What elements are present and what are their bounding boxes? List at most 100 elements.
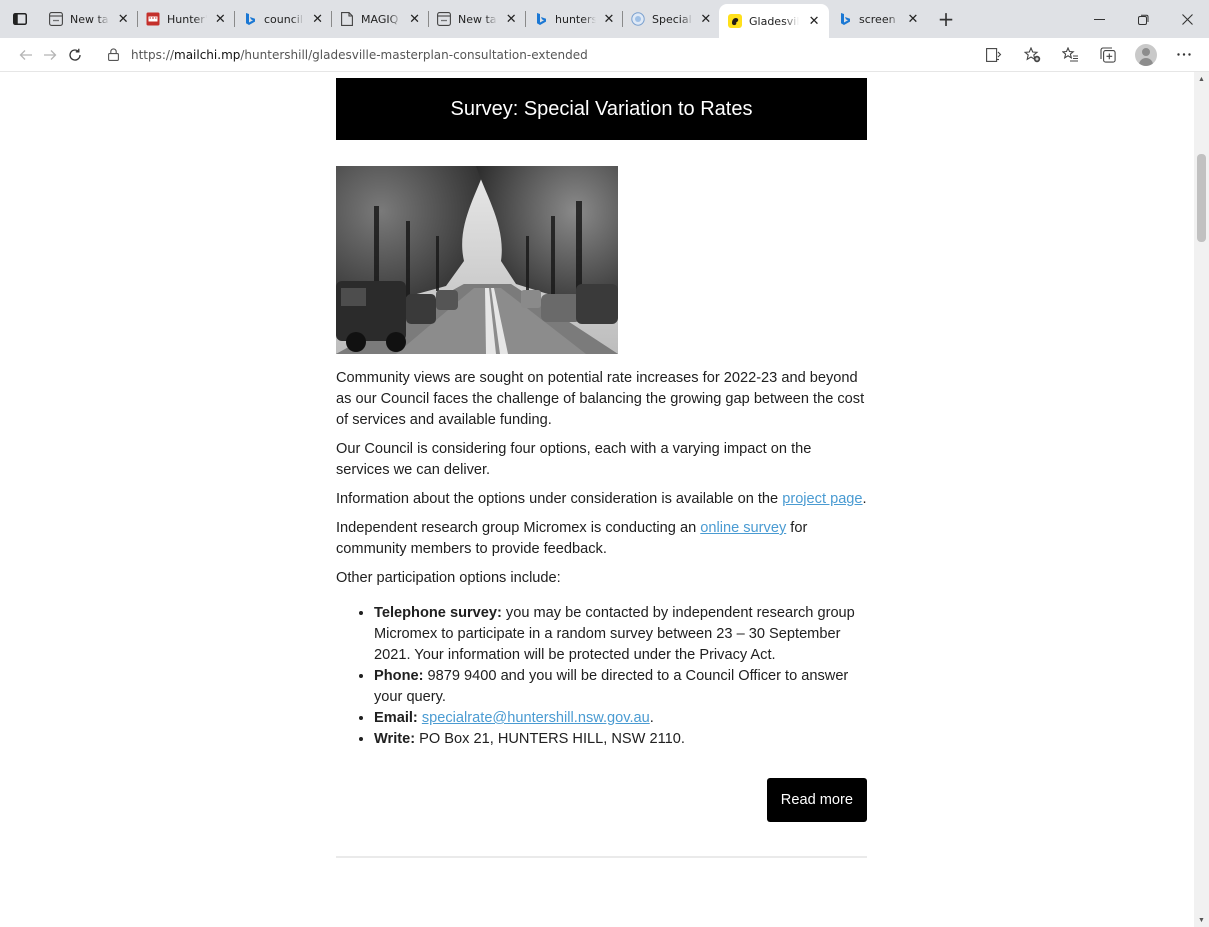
phone-label: Phone: (374, 668, 424, 684)
close-icon (1181, 13, 1193, 25)
online-survey-link[interactable]: online survey (700, 520, 786, 536)
avatar (1135, 43, 1157, 66)
bing-icon (837, 11, 853, 27)
email-text-end: . (649, 710, 654, 726)
restore-button[interactable] (1121, 0, 1165, 38)
collections-button[interactable] (1089, 40, 1127, 70)
intro-paragraph: Community views are sought on potential … (336, 370, 865, 428)
tab-close-icon[interactable]: ✕ (310, 10, 325, 28)
tab-title: Hunter's (167, 12, 207, 26)
tab-9[interactable]: screen sh ✕ (829, 4, 926, 34)
star-add-icon (1023, 46, 1040, 62)
tab-title: screen sh (859, 12, 900, 26)
email-content: Community views are sought on potential … (336, 368, 867, 858)
write-label: Write: (374, 731, 416, 747)
list-item-phone: Phone: 9879 9400 and you will be directe… (374, 666, 867, 708)
restore-icon (1137, 14, 1148, 25)
back-button[interactable] (14, 40, 38, 70)
scroll-down-arrow-icon[interactable]: ▼ (1194, 913, 1209, 927)
forward-button[interactable] (38, 40, 62, 70)
list-item-write: Write: PO Box 21, HUNTERS HILL, NSW 2110… (374, 729, 867, 750)
collections-icon (1100, 46, 1116, 63)
tab-title: council a (264, 12, 304, 26)
tab-close-icon[interactable]: ✕ (115, 10, 131, 28)
tab-title: MAGIQ D (361, 12, 401, 26)
tab-title: Special V (652, 12, 693, 26)
newtab-icon (48, 11, 64, 27)
document-icon (339, 11, 355, 27)
immersive-reader-button[interactable] (975, 40, 1013, 70)
bing-icon (533, 11, 549, 27)
tab-1[interactable]: New tab ✕ (40, 4, 137, 34)
tab-strip: New tab✕Hunter's✕council a✕MAGIQ D✕New t… (0, 0, 1209, 38)
tab-close-icon[interactable]: ✕ (213, 10, 228, 28)
tab-5[interactable]: New tab ✕ (428, 4, 525, 34)
refresh-button[interactable] (63, 40, 87, 70)
tab-actions-button[interactable] (0, 0, 40, 38)
tab-actions-icon (13, 13, 27, 25)
write-text: PO Box 21, HUNTERS HILL, NSW 2110. (415, 731, 685, 747)
read-more-button[interactable]: Read more (766, 778, 867, 822)
refresh-icon (69, 48, 81, 61)
project-page-link[interactable]: project page (782, 491, 862, 507)
tab-close-icon[interactable]: ✕ (407, 10, 422, 28)
favorites-icon (1061, 47, 1078, 62)
page-viewport: Survey: Special Variation to Rates Commu… (0, 72, 1194, 927)
page-scrollbar[interactable]: ▲ ▼ (1194, 72, 1209, 927)
forward-arrow-icon (44, 49, 57, 60)
tab-title: New tab (70, 12, 109, 26)
section-divider (336, 856, 867, 858)
tab-2[interactable]: Hunter's ✕ (137, 4, 234, 34)
tab-title: Gladesvil (749, 14, 800, 28)
globe-icon (630, 11, 646, 27)
mailchimp-icon (727, 13, 743, 29)
back-arrow-icon (19, 49, 33, 60)
options-paragraph: Our Council is considering four options,… (336, 441, 812, 478)
email-label: Email: (374, 710, 418, 726)
url-text[interactable]: https://mailchi.mp/huntershill/gladesvil… (131, 48, 588, 62)
browser-toolbar: https://mailchi.mp/huntershill/gladesvil… (0, 38, 1209, 72)
tab-close-icon[interactable]: ✕ (503, 10, 519, 28)
tab-close-icon[interactable]: ✕ (906, 10, 920, 28)
list-item-telephone: Telephone survey: you may be contacted b… (374, 603, 867, 666)
tab-close-icon[interactable]: ✕ (699, 10, 713, 28)
minimize-button[interactable] (1077, 0, 1121, 38)
new-tab-button[interactable]: + (930, 4, 962, 34)
tab-7[interactable]: Special V ✕ (622, 4, 719, 34)
project-info-end: . (862, 491, 867, 507)
project-info-paragraph: Information about the options under cons… (336, 489, 867, 510)
profile-button[interactable] (1127, 40, 1165, 70)
tab-6[interactable]: hunters h ✕ (525, 4, 622, 34)
tree-lined-street-photo (336, 166, 618, 354)
address-bar[interactable]: https://mailchi.mp/huntershill/gladesvil… (92, 40, 975, 69)
survey-paragraph: Independent research group Micromex is c… (336, 518, 867, 560)
survey-text: Independent research group Micromex is c… (336, 520, 701, 536)
banner-title: Survey: Special Variation to Rates (450, 97, 753, 120)
more-menu-button[interactable] (1165, 40, 1203, 70)
tab-8[interactable]: Gladesvil ✕ (719, 4, 829, 38)
participation-list: Telephone survey: you may be contacted b… (374, 603, 867, 750)
scroll-thumb[interactable] (1197, 154, 1206, 242)
pdf-icon (145, 11, 161, 27)
email-address-link[interactable]: specialrate@huntershill.nsw.gov.au (422, 710, 650, 726)
window-controls (1077, 0, 1209, 38)
scroll-up-arrow-icon[interactable]: ▲ (1194, 72, 1209, 86)
email-body: Survey: Special Variation to Rates Commu… (336, 78, 867, 858)
close-window-button[interactable] (1165, 0, 1209, 38)
tab-3[interactable]: council a ✕ (234, 4, 331, 34)
tab-close-icon[interactable]: ✕ (602, 10, 616, 28)
ellipsis-icon (1177, 53, 1191, 56)
bing-icon (242, 11, 258, 27)
lock-icon[interactable] (105, 48, 123, 61)
tab-4[interactable]: MAGIQ D ✕ (331, 4, 428, 34)
participation-intro: Other participation options include: (336, 570, 561, 586)
tab-close-icon[interactable]: ✕ (805, 12, 823, 30)
header-banner: Survey: Special Variation to Rates (336, 78, 867, 140)
newtab-icon (436, 11, 452, 27)
telephone-label: Telephone survey: (374, 605, 502, 621)
project-info-text: Information about the options under cons… (336, 491, 783, 507)
add-favorite-button[interactable] (1013, 40, 1051, 70)
minimize-icon (1093, 18, 1105, 20)
tab-title: hunters h (555, 12, 596, 26)
favorites-button[interactable] (1051, 40, 1089, 70)
